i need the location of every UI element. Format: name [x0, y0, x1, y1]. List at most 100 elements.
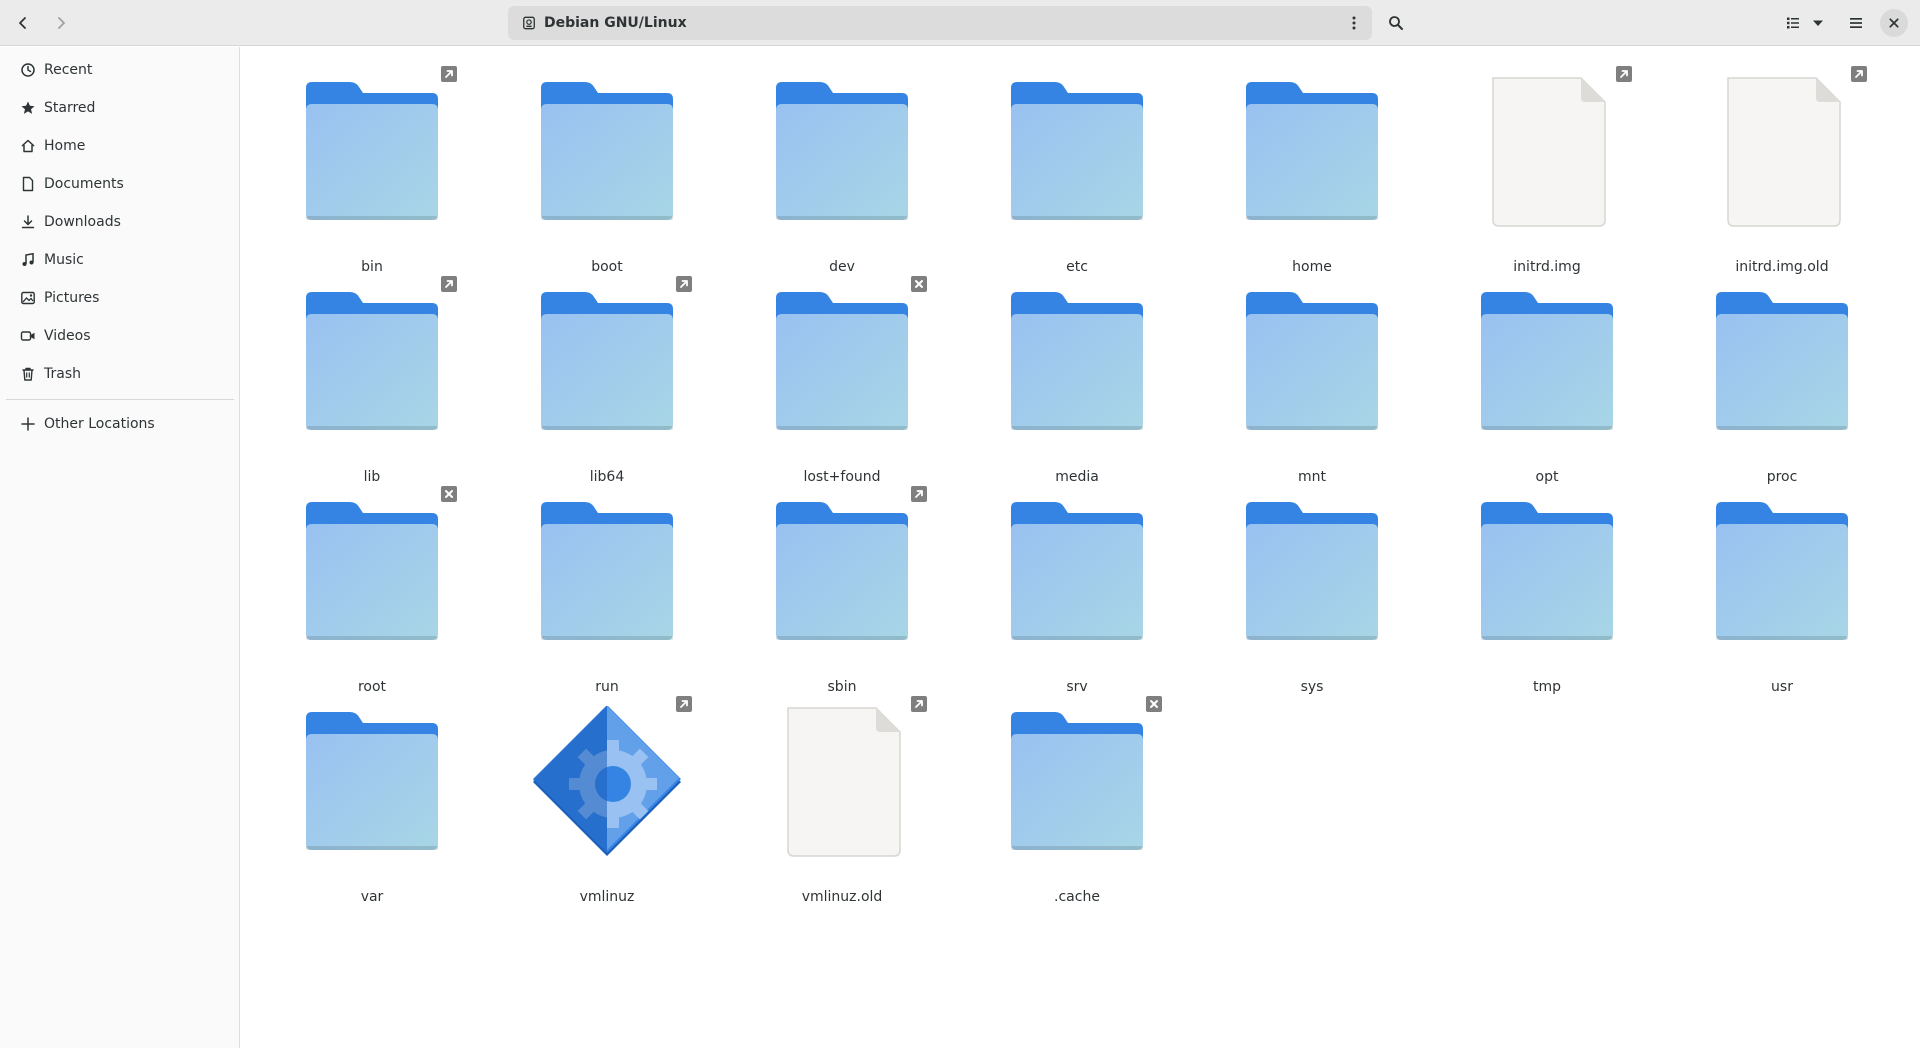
file-item[interactable]: initrd.img [1447, 66, 1647, 275]
executable-icon [507, 697, 707, 867]
sidebar-item-music[interactable]: Music [6, 243, 234, 277]
back-button[interactable] [7, 7, 39, 39]
file-item[interactable]: lib [272, 276, 472, 485]
symlink-arrow-icon [445, 70, 453, 78]
sidebar-item-home[interactable]: Home [6, 129, 234, 163]
file-name-label: media [1055, 469, 1099, 485]
file-item[interactable]: root [272, 486, 472, 695]
search-button[interactable] [1380, 7, 1412, 39]
symlink-arrow-icon [445, 280, 453, 288]
file-item[interactable]: boot [507, 67, 707, 275]
chevron-down-icon [1813, 20, 1823, 26]
file-item[interactable]: mnt [1212, 277, 1412, 485]
file-item[interactable]: sys [1212, 487, 1412, 695]
folder-icon [977, 67, 1177, 237]
file-name-label: initrd.img.old [1735, 259, 1829, 275]
sidebar: Recent Starred Home Documents Downloads … [0, 47, 240, 1048]
folder-icon [977, 487, 1177, 657]
file-item[interactable]: home [1212, 67, 1412, 275]
sidebar-item-documents[interactable]: Documents [6, 167, 234, 201]
main-menu-button[interactable] [1840, 7, 1872, 39]
folder-icon [977, 697, 1177, 867]
file-item[interactable]: .cache [977, 696, 1177, 905]
file-item[interactable]: usr [1682, 487, 1882, 695]
file-item[interactable]: opt [1447, 277, 1647, 485]
file-name-label: sys [1300, 679, 1324, 695]
file-name-label: mnt [1298, 469, 1326, 485]
symlink-arrow-icon [680, 700, 688, 708]
sidebar-separator [6, 399, 234, 400]
folder-icon [1212, 277, 1412, 447]
file-item[interactable]: tmp [1447, 487, 1647, 695]
file-item[interactable]: srv [977, 487, 1177, 695]
folder-icon [272, 697, 472, 867]
file-name-label: var [360, 889, 384, 905]
file-item[interactable]: bin [272, 66, 472, 275]
file-item[interactable]: lost+found [742, 276, 942, 485]
folder-icon [742, 67, 942, 237]
drive-icon [522, 15, 538, 31]
file-item[interactable]: etc [977, 67, 1177, 275]
folder-icon [742, 487, 942, 657]
symlink-arrow-icon [915, 700, 923, 708]
file-item[interactable]: lib64 [507, 276, 707, 485]
file-item[interactable]: run [507, 487, 707, 695]
view-options-button[interactable] [1806, 7, 1830, 39]
folder-icon [507, 277, 707, 447]
file-item[interactable]: vmlinuz.old [742, 696, 942, 905]
folder-icon [1447, 277, 1647, 447]
sidebar-item-pictures[interactable]: Pictures [6, 281, 234, 315]
search-icon [1389, 16, 1403, 30]
unreadable-x-icon [445, 490, 453, 498]
star-icon [21, 101, 35, 114]
file-item[interactable]: sbin [742, 486, 942, 695]
file-name-label: usr [1771, 679, 1793, 695]
symlink-arrow-icon [680, 280, 688, 288]
picture-icon [21, 291, 35, 305]
file-item[interactable]: dev [742, 67, 942, 275]
header-bar: Debian GNU/Linux [0, 0, 1920, 46]
file-name-label: run [595, 679, 619, 695]
file-item[interactable]: media [977, 277, 1177, 485]
symlink-emblem [676, 276, 692, 292]
symlink-emblem [911, 486, 927, 502]
sidebar-item-downloads[interactable]: Downloads [6, 205, 234, 239]
symlink-arrow-icon [915, 490, 923, 498]
plus-icon [21, 417, 35, 431]
sidebar-item-trash[interactable]: Trash [6, 357, 234, 391]
file-item[interactable]: initrd.img.old [1682, 66, 1882, 275]
forward-button[interactable] [45, 7, 77, 39]
folder-icon [1682, 277, 1882, 447]
file-icon [1682, 67, 1882, 237]
close-button[interactable] [1880, 9, 1908, 37]
unreadable-x-icon [915, 280, 923, 288]
folder-icon [272, 277, 472, 447]
sidebar-item-starred[interactable]: Starred [6, 91, 234, 125]
path-menu-button[interactable] [1342, 11, 1366, 35]
file-item[interactable]: proc [1682, 277, 1882, 485]
sidebar-item-label: Trash [44, 366, 81, 382]
file-name-label: .cache [1054, 889, 1100, 905]
file-item[interactable]: var [272, 697, 472, 905]
file-name-label: sbin [827, 679, 857, 695]
file-grid: bin boot dev etc home initrd.img initrd.… [242, 47, 1920, 1048]
file-name-label: dev [829, 259, 855, 275]
file-name-label: root [357, 679, 387, 695]
view-toggle-button[interactable] [1777, 7, 1809, 39]
file-item[interactable]: vmlinuz [507, 696, 707, 905]
sidebar-item-label: Other Locations [44, 416, 155, 432]
download-icon [21, 215, 35, 229]
file-name-label: srv [1066, 679, 1088, 695]
sidebar-item-videos[interactable]: Videos [6, 319, 234, 353]
sidebar-item-label: Videos [44, 328, 91, 344]
symlink-emblem [676, 696, 692, 712]
file-name-label: lib [363, 469, 381, 485]
sidebar-item-label: Pictures [44, 290, 100, 306]
sidebar-item-recent[interactable]: Recent [6, 53, 234, 87]
hamburger-menu-icon [1850, 18, 1862, 28]
file-name-label: proc [1766, 469, 1798, 485]
folder-icon [507, 487, 707, 657]
file-name-label: bin [361, 259, 383, 275]
path-bar[interactable]: Debian GNU/Linux [508, 6, 1372, 40]
sidebar-item-other-locations[interactable]: Other Locations [6, 407, 234, 441]
